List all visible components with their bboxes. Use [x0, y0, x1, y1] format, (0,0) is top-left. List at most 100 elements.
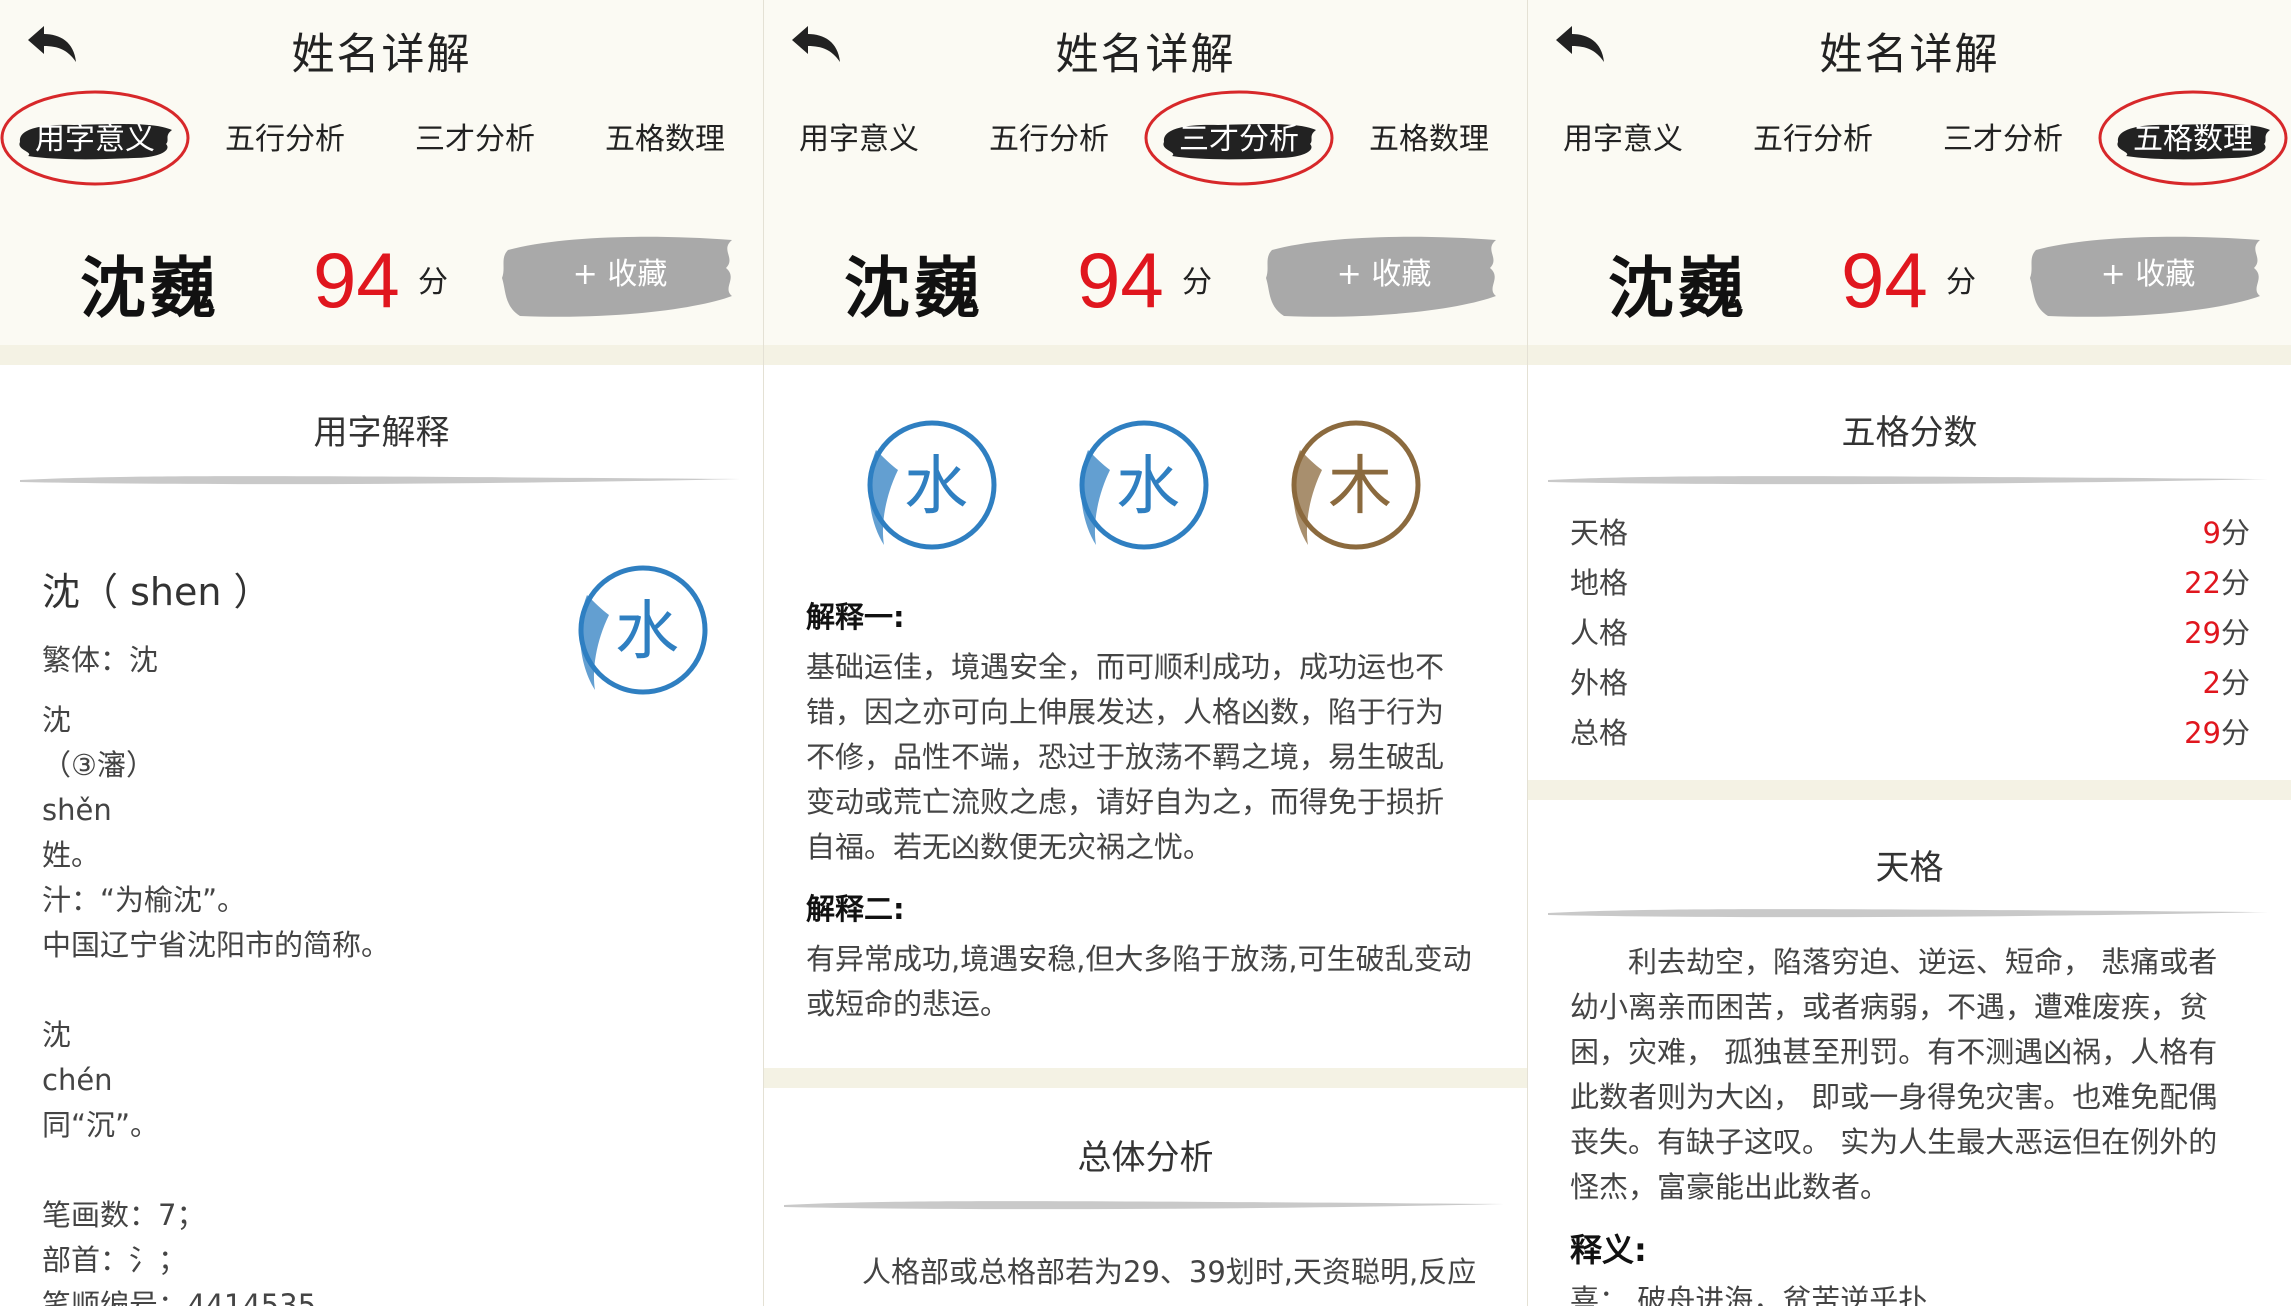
- element-char: 水: [1116, 450, 1180, 524]
- score-row-2: 人格 29分: [1570, 610, 2250, 660]
- tab-label: 五格数理: [2133, 122, 2253, 157]
- grid-number: 2: [2202, 666, 2221, 700]
- tiange-line: 此数者则为大凶， 即或一身得免灾害。也难免配偶: [1570, 1080, 2218, 1114]
- tab-label: 五行分析: [989, 122, 1109, 157]
- grid-value: 9分: [2203, 510, 2250, 552]
- tab-label: 三才分析: [1179, 122, 1299, 157]
- traditional-form: 繁体：沈: [42, 643, 159, 677]
- meaning-line: shěn: [42, 793, 112, 827]
- brush-underline: [20, 476, 740, 485]
- grid-number: 9: [2202, 516, 2221, 550]
- element-badge: 木: [1278, 410, 1428, 560]
- tiange-line: 怪杰，富豪能出此数者。: [1570, 1170, 1890, 1204]
- panel-char-meaning: 姓名详解 用字意义 五行分析 三才分析 五格数理 沈巍 94 分 + 收藏 用字…: [0, 0, 763, 1306]
- tab-label: 五行分析: [225, 122, 345, 157]
- element-circle-icon: 木: [1291, 420, 1421, 550]
- grid-value: 22分: [2184, 560, 2250, 602]
- grid-label: 天格: [1570, 516, 1629, 550]
- section-divider-band: [764, 1068, 1527, 1088]
- grid-value: 2分: [2203, 660, 2250, 702]
- tab-bar: 用字意义 五行分析 三才分析 五格数理: [764, 90, 1527, 186]
- meaning-line: 沈: [42, 1018, 72, 1052]
- page-title: 姓名详解: [1819, 30, 2000, 80]
- page-title: 姓名详解: [1055, 30, 1236, 80]
- section-title: 天格: [1875, 848, 1944, 888]
- element-circle-icon: 水: [867, 420, 997, 550]
- meaning-line: 沈: [42, 703, 72, 737]
- top-bar: 姓名详解 用字意义 五行分析 三才分析 五格数理: [0, 0, 763, 205]
- grid-unit: 分: [2220, 516, 2250, 550]
- score-row-3: 外格 2分: [1570, 660, 2250, 710]
- top-bar: 姓名详解 用字意义 五行分析 三才分析 五格数理: [764, 0, 1527, 205]
- grid-number: 29: [2184, 616, 2221, 650]
- element-char: 水: [904, 450, 968, 524]
- tab-label: 用字意义: [799, 122, 919, 157]
- score-value: 94: [1077, 236, 1164, 324]
- element-badge: 水: [565, 555, 715, 705]
- tab-2[interactable]: 三才分析: [1908, 110, 2098, 170]
- top-bar: 姓名详解 用字意义 五行分析 三才分析 五格数理: [1528, 0, 2291, 205]
- explain2-title: 解释二:: [806, 892, 905, 926]
- tab-0[interactable]: 用字意义: [764, 110, 954, 170]
- grid-unit: 分: [2220, 616, 2250, 650]
- explain2-line: 有异常成功,境遇安稳,但大多陷于放荡,可生破乱变动: [806, 942, 1472, 976]
- tab-1[interactable]: 五行分析: [954, 110, 1144, 170]
- favorite-button[interactable]: + 收藏: [500, 250, 740, 300]
- char-header: 沈（ shen ）: [42, 570, 272, 614]
- explain1-line: 不修，品性不端，恐过于放荡不羁之境，易生破乱: [806, 740, 1445, 774]
- section-divider-band: [0, 345, 763, 365]
- section-title: 五格分数: [1841, 413, 1978, 453]
- element-char: 水: [615, 595, 679, 669]
- explain1-line: 错，因之亦可向上伸展发达，人格凶数，陷于行为: [806, 695, 1445, 729]
- meaning-line: 同“沉”。: [42, 1108, 160, 1142]
- meaning-title: 释义:: [1570, 1231, 1647, 1269]
- tiange-line: 幼小离亲而困苦，或者病弱，不遇，遭难废疾，贫: [1570, 990, 2209, 1024]
- tab-label: 五格数理: [605, 122, 725, 157]
- score-row-4: 总格 29分: [1570, 710, 2250, 760]
- meaning-line: 笔画数：7；: [42, 1198, 206, 1232]
- explain1-line: 基础运佳，境遇安全，而可顺利成功，成功运也不: [806, 650, 1445, 684]
- name-score-row: 沈巍 94 分 + 收藏: [1528, 205, 2291, 345]
- full-name: 沈巍: [1608, 250, 1748, 327]
- section-divider-band: [764, 345, 1527, 365]
- favorite-button[interactable]: + 收藏: [1264, 250, 1504, 300]
- tab-label: 三才分析: [415, 122, 535, 157]
- meaning-line: 汁：“为榆沈”。: [42, 883, 247, 917]
- tab-bar: 用字意义 五行分析 三才分析 五格数理: [1528, 90, 2291, 186]
- section-title: 总体分析: [1077, 1138, 1214, 1178]
- element-badge: 水: [1066, 410, 1216, 560]
- explain1-line: 变动或荒亡流败之虑，请好自为之，而得免于损折: [806, 785, 1445, 819]
- grid-label: 人格: [1570, 616, 1629, 650]
- tab-1[interactable]: 五行分析: [1718, 110, 1908, 170]
- tab-2[interactable]: 三才分析: [380, 110, 570, 170]
- explain2-line: 或短命的悲运。: [806, 987, 1010, 1021]
- tab-3[interactable]: 五格数理: [2098, 90, 2288, 186]
- tab-0[interactable]: 用字意义: [1528, 110, 1718, 170]
- score-unit: 分: [1946, 265, 1976, 300]
- grid-number: 29: [2184, 716, 2221, 750]
- meaning-line: 姓。: [42, 838, 101, 872]
- meaning-partial: 喜： 破舟进海，贫苦逆乎扑: [1570, 1283, 1928, 1306]
- panel-sancai-analysis: 姓名详解 用字意义 五行分析 三才分析 五格数理 沈巍 94 分 + 收藏 水 …: [764, 0, 1527, 1306]
- panel-wuge-numerology: 姓名详解 用字意义 五行分析 三才分析 五格数理 沈巍 94 分 + 收藏 五格…: [1528, 0, 2291, 1306]
- score-unit: 分: [418, 265, 448, 300]
- score-unit: 分: [1182, 265, 1212, 300]
- tab-1[interactable]: 五行分析: [190, 110, 380, 170]
- section-title: 用字解释: [313, 413, 450, 453]
- tab-label: 用字意义: [1563, 122, 1683, 157]
- grid-unit: 分: [2220, 566, 2250, 600]
- page-title: 姓名详解: [291, 30, 472, 80]
- section-divider-band: [1528, 780, 2291, 800]
- tab-3[interactable]: 五格数理: [1334, 110, 1524, 170]
- brush-underline: [1548, 476, 2268, 485]
- meaning-line: 中国辽宁省沈阳市的简称。: [42, 928, 391, 962]
- meaning-line: 部首：氵；: [42, 1243, 188, 1277]
- score-row-0: 天格 9分: [1570, 510, 2250, 560]
- tab-label: 五行分析: [1753, 122, 1873, 157]
- tab-0[interactable]: 用字意义: [0, 90, 190, 186]
- favorite-button[interactable]: + 收藏: [2028, 250, 2268, 300]
- grid-number: 22: [2184, 566, 2221, 600]
- grid-unit: 分: [2220, 666, 2250, 700]
- tab-2[interactable]: 三才分析: [1144, 90, 1334, 186]
- tab-3[interactable]: 五格数理: [570, 110, 760, 170]
